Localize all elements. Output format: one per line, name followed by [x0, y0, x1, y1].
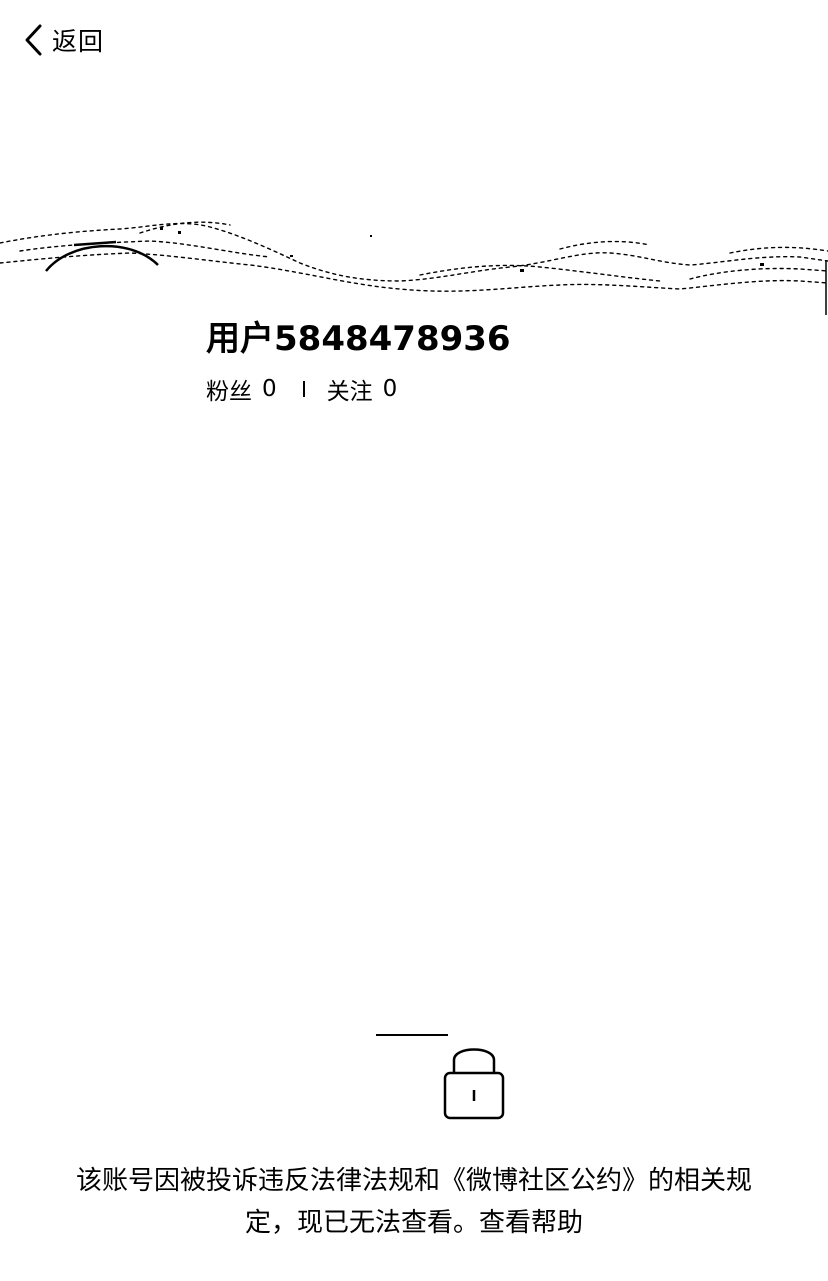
followers-count: 0 [262, 376, 277, 402]
suspension-notice: 该账号因被投诉违反法律法规和《微博社区公约》的相关规定，现已无法查看。查看帮助 [64, 1160, 764, 1244]
lock-icon [440, 1040, 508, 1126]
following-stat[interactable]: 关注 0 [327, 372, 398, 406]
stats-divider [302, 381, 305, 397]
back-label: 返回 [52, 27, 105, 56]
followers-stat[interactable]: 粉丝 0 [206, 372, 277, 406]
landscape-banner [0, 221, 828, 315]
chevron-left-icon [22, 23, 44, 57]
following-count: 0 [382, 376, 398, 402]
help-link[interactable]: 查看帮助 [479, 1208, 583, 1238]
back-button[interactable]: 返回 [22, 20, 104, 60]
following-label: 关注 [326, 379, 373, 405]
followers-label: 粉丝 [206, 379, 252, 405]
username: 用户5848478936 [206, 319, 511, 359]
notice-message: 该账号因被投诉违反法律法规和《微博社区公约》的相关规定，现已无法查看。 [75, 1166, 752, 1238]
profile-stats: 粉丝 0 关注 0 [206, 372, 397, 406]
divider-line [376, 1034, 448, 1036]
